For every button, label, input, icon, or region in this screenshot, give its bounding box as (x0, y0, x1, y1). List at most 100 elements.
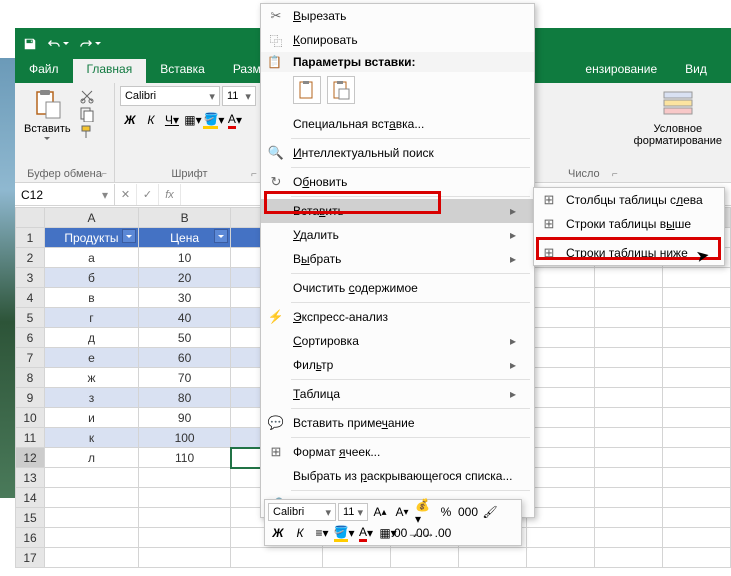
cell[interactable] (595, 488, 663, 508)
row-header-8[interactable]: 8 (16, 368, 45, 388)
paste-option-2[interactable] (327, 76, 355, 104)
cell[interactable] (595, 368, 663, 388)
cell[interactable]: 20 (138, 268, 230, 288)
row-header-14[interactable]: 14 (16, 488, 45, 508)
ctx-comment[interactable]: 💬Вставить примечание (261, 411, 534, 435)
cell[interactable] (138, 468, 230, 488)
undo-dropdown-icon[interactable] (63, 42, 69, 45)
tab-insert[interactable]: Вставка (146, 59, 219, 83)
submenu-rows-below[interactable]: ⊞Строки таблицы ниже (534, 241, 724, 265)
select-all-corner[interactable] (16, 208, 45, 228)
cell[interactable]: а (45, 248, 139, 268)
tab-file[interactable]: Файл (15, 59, 73, 83)
cell[interactable] (663, 488, 731, 508)
mini-italic[interactable]: К (290, 524, 310, 542)
fx-button[interactable]: fx (159, 184, 181, 205)
row-header-2[interactable]: 2 (16, 248, 45, 268)
redo-dropdown-icon[interactable] (95, 42, 101, 45)
cell[interactable] (323, 548, 391, 568)
mini-align[interactable]: ≡▾ (312, 524, 332, 542)
cell[interactable]: 50 (138, 328, 230, 348)
cell[interactable]: 110 (138, 448, 230, 468)
undo-button[interactable] (47, 38, 69, 50)
fill-color-button[interactable]: 🪣▾ (204, 110, 224, 130)
cell[interactable] (231, 548, 323, 568)
table-header-1[interactable]: Цена (138, 228, 230, 248)
row-header-17[interactable]: 17 (16, 548, 45, 568)
number-launcher-icon[interactable]: ⌐ (612, 169, 618, 180)
ctx-clear[interactable]: Очистить содержимое (261, 276, 534, 300)
cell[interactable]: 30 (138, 288, 230, 308)
redo-button[interactable] (79, 38, 101, 50)
border-button[interactable]: ▦▾ (183, 110, 203, 130)
mini-dec-decrease[interactable]: .0→.00 (422, 524, 442, 542)
mini-format-painter[interactable]: 🖌 (480, 503, 500, 521)
cell[interactable]: 80 (138, 388, 230, 408)
cell[interactable] (138, 528, 230, 548)
cell[interactable] (595, 288, 663, 308)
ctx-insert[interactable]: Вставить▸ (261, 199, 534, 223)
font-name-combo[interactable]: Calibri▾ (120, 86, 220, 106)
ctx-table[interactable]: Таблица▸ (261, 382, 534, 406)
font-size-combo[interactable]: 11▾ (222, 86, 256, 106)
cell[interactable]: б (45, 268, 139, 288)
cell[interactable] (527, 388, 595, 408)
row-header-12[interactable]: 12 (16, 448, 45, 468)
row-header-5[interactable]: 5 (16, 308, 45, 328)
col-header-A[interactable]: A (45, 208, 139, 228)
mini-shrink-font[interactable]: A▾ (392, 503, 412, 521)
clipboard-launcher-icon[interactable]: ⌐ (101, 169, 107, 180)
table-header-0[interactable]: Продукты (45, 228, 139, 248)
tab-view[interactable]: Вид (671, 59, 721, 83)
mini-percent[interactable]: % (436, 503, 456, 521)
ctx-select[interactable]: Выбрать▸ (261, 247, 534, 271)
cell[interactable] (527, 288, 595, 308)
save-icon[interactable] (23, 37, 37, 51)
cell[interactable]: 40 (138, 308, 230, 328)
cell[interactable] (663, 528, 731, 548)
cell[interactable]: и (45, 408, 139, 428)
cell[interactable] (663, 348, 731, 368)
italic-button[interactable]: К (141, 110, 161, 130)
font-launcher-icon[interactable]: ⌐ (251, 169, 257, 180)
row-header-6[interactable]: 6 (16, 328, 45, 348)
cell[interactable]: 70 (138, 368, 230, 388)
filter-icon[interactable] (214, 229, 228, 243)
tab-help[interactable]: Справка (721, 59, 731, 83)
mini-bold[interactable]: Ж (268, 524, 288, 542)
cell[interactable] (527, 548, 595, 568)
ctx-dropdown-list[interactable]: Выбрать из раскрывающегося списка... (261, 464, 534, 488)
ctx-quick-analysis[interactable]: ⚡Экспресс-анализ (261, 305, 534, 329)
submenu-rows-above[interactable]: ⊞Строки таблицы выше (534, 212, 724, 236)
underline-button[interactable]: Ч▾ (162, 110, 182, 130)
cell[interactable] (595, 468, 663, 488)
cell[interactable] (45, 508, 139, 528)
submenu-cols-left[interactable]: ⊞Столбцы таблицы слева (534, 188, 724, 212)
cell[interactable] (663, 388, 731, 408)
mini-font-combo[interactable]: Calibri▾ (268, 503, 336, 521)
mini-grow-font[interactable]: A▴ (370, 503, 390, 521)
cell[interactable] (663, 268, 731, 288)
cell[interactable] (663, 428, 731, 448)
ctx-copy[interactable]: ⿻Копировать (261, 28, 534, 52)
bold-button[interactable]: Ж (120, 110, 140, 130)
cell[interactable] (391, 548, 459, 568)
cell[interactable] (459, 548, 527, 568)
row-header-10[interactable]: 10 (16, 408, 45, 428)
mini-comma[interactable]: 000 (458, 503, 478, 521)
cell[interactable] (595, 448, 663, 468)
cell[interactable] (527, 348, 595, 368)
paste-dropdown-icon[interactable] (44, 137, 50, 140)
cell[interactable] (663, 448, 731, 468)
cell[interactable]: 10 (138, 248, 230, 268)
cell[interactable] (663, 308, 731, 328)
cell[interactable]: ж (45, 368, 139, 388)
cell[interactable] (527, 508, 595, 528)
cell[interactable]: л (45, 448, 139, 468)
cell[interactable] (527, 528, 595, 548)
cell[interactable] (527, 368, 595, 388)
cell[interactable]: г (45, 308, 139, 328)
cell[interactable] (595, 408, 663, 428)
cell[interactable]: 60 (138, 348, 230, 368)
cell[interactable] (527, 268, 595, 288)
